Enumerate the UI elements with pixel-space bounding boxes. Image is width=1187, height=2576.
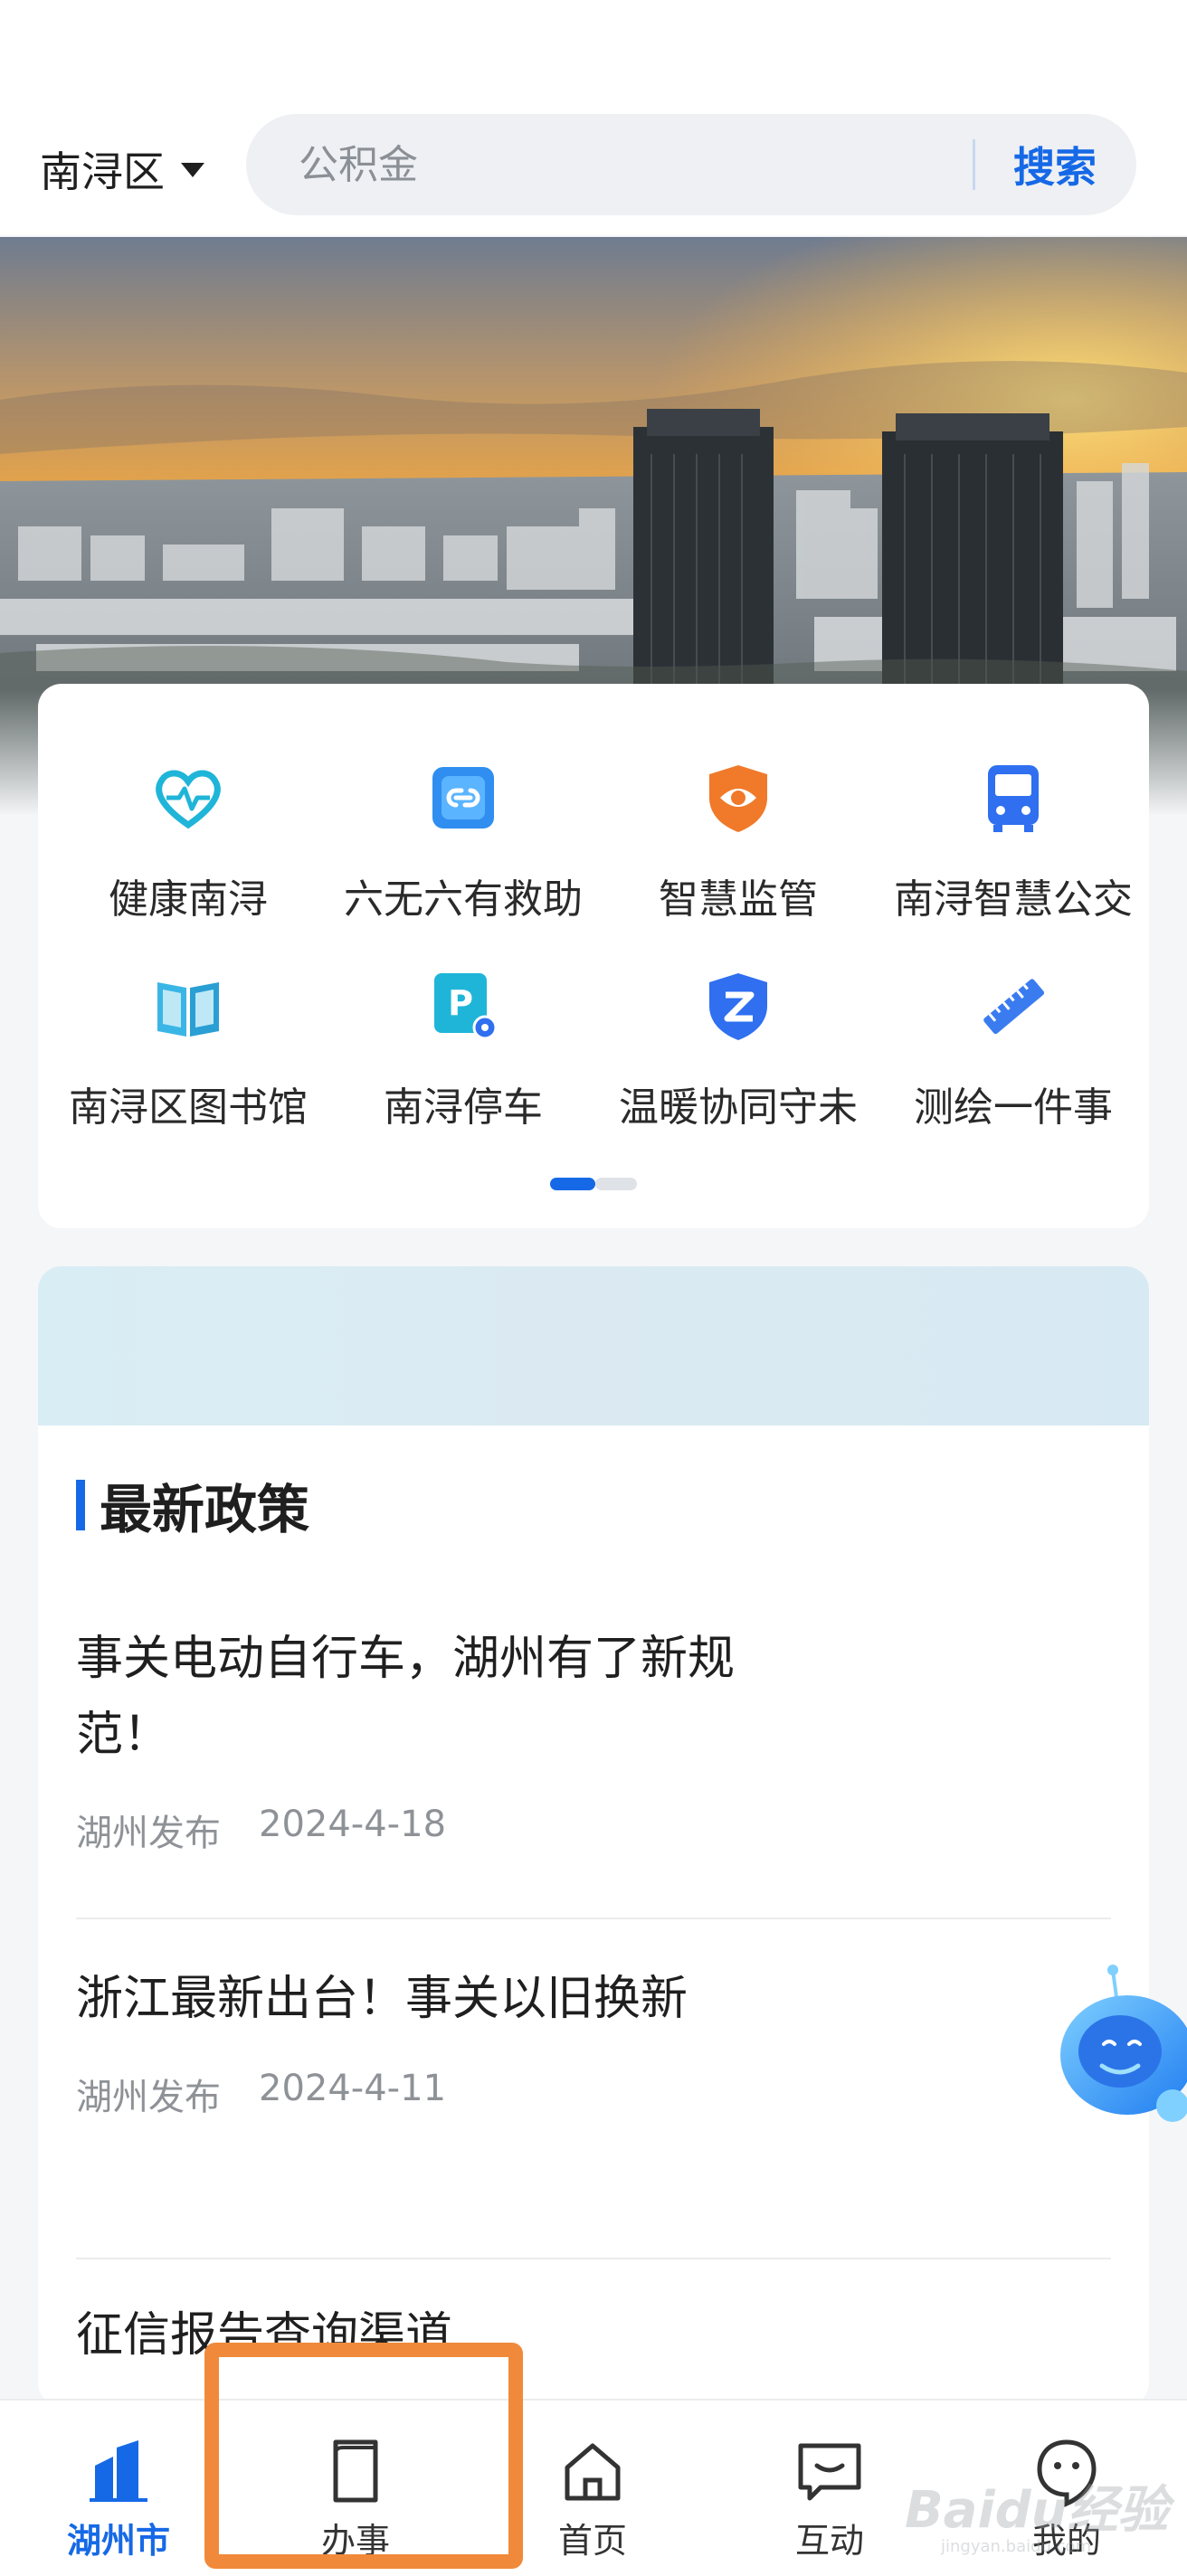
eye-shield-icon: [700, 760, 776, 836]
book-icon: [150, 968, 226, 1044]
tab-label: 互动: [794, 2521, 864, 2561]
region-selector[interactable]: 南浔区: [40, 137, 204, 201]
service-supervision[interactable]: 智慧监管: [601, 760, 876, 924]
news-divider: [76, 1918, 1111, 1919]
service-library[interactable]: 南浔区图书馆: [51, 968, 326, 1132]
svg-text:P: P: [448, 983, 473, 1023]
bus-icon: [975, 760, 1051, 836]
news-title: 事关电动自行车，湖州有了新规范！: [76, 1632, 736, 1762]
search-button[interactable]: 搜索: [1013, 135, 1097, 194]
tab-services[interactable]: 办事: [237, 2401, 474, 2576]
ruler-icon: [975, 968, 1051, 1044]
region-label: 南浔区: [40, 147, 165, 196]
news-date: 2024-4-18: [259, 1804, 447, 1845]
news-source: 湖州发布: [76, 1813, 221, 1854]
search-box: 搜索: [246, 114, 1136, 215]
service-parking[interactable]: P 南浔停车: [326, 968, 601, 1132]
service-bus[interactable]: 南浔智慧公交: [876, 760, 1151, 924]
news-meta: 湖州发布 2024-4-18: [76, 1804, 1111, 1856]
user-bubble-icon: [1030, 2435, 1103, 2507]
bottom-tab-bar: 湖州市 办事 首页 互动 我的: [0, 2399, 1187, 2576]
quick-services-card: 健康南浔 六无六有救助 智慧监管 南浔智慧公交 南浔区图书馆 P 南浔停车 温暖…: [38, 684, 1149, 1228]
section-title-bar: [76, 1480, 85, 1530]
service-label: 南浔区图书馆: [69, 1084, 308, 1131]
service-label: 智慧监管: [659, 876, 818, 923]
caret-down-icon: [181, 163, 204, 177]
search-divider: [973, 139, 975, 190]
policy-news-card: 最新政策 事关电动自行车，湖州有了新规范！ 湖州发布 2024-4-18 浙江最…: [38, 1266, 1149, 2406]
search-input[interactable]: [246, 114, 973, 215]
page-indicator: [550, 1178, 637, 1190]
section-title-text: 最新政策: [100, 1479, 310, 1540]
news-card-header-bg: [38, 1266, 1149, 1425]
tab-label: 办事: [320, 2521, 390, 2561]
service-label: 测绘一件事: [914, 1084, 1113, 1131]
parking-icon: P: [425, 968, 501, 1044]
tab-home[interactable]: 首页: [474, 2401, 711, 2576]
service-label: 健康南浔: [109, 876, 268, 923]
service-label: 南浔停车: [384, 1084, 543, 1131]
news-divider: [76, 2258, 1111, 2259]
section-title: 最新政策: [76, 1467, 309, 1543]
news-date: 2024-4-11: [259, 2068, 447, 2109]
tab-city[interactable]: 湖州市: [0, 2401, 237, 2576]
service-label: 六无六有救助: [344, 876, 583, 923]
news-item[interactable]: 浙江最新出台！事关以旧换新 湖州发布 2024-4-11: [76, 1961, 1111, 2120]
news-item[interactable]: 征信报告查询渠道: [76, 2297, 1111, 2373]
service-health[interactable]: 健康南浔: [51, 760, 326, 924]
page-dot-active: [550, 1178, 595, 1190]
z-shield-icon: [700, 968, 776, 1044]
tab-profile[interactable]: 我的: [948, 2401, 1185, 2576]
news-source: 湖州发布: [76, 2077, 221, 2118]
news-title: 浙江最新出台！事关以旧换新: [76, 1972, 688, 2026]
tab-interaction[interactable]: 互动: [711, 2401, 948, 2576]
heart-pulse-icon: [150, 760, 226, 836]
chat-icon: [793, 2435, 866, 2507]
service-minor-protection[interactable]: 温暖协同守未: [601, 968, 876, 1132]
document-icon: [319, 2435, 392, 2507]
robot-icon: [1060, 1965, 1187, 2122]
link-icon: [425, 760, 501, 836]
city-buildings-icon: [82, 2435, 155, 2507]
status-bar: [0, 0, 1187, 99]
news-item[interactable]: 事关电动自行车，湖州有了新规范！ 湖州发布 2024-4-18: [76, 1621, 1111, 1856]
assistant-robot-button[interactable]: [1057, 1961, 1187, 2142]
header: 南浔区 搜索: [0, 99, 1187, 235]
tab-label: 首页: [557, 2521, 627, 2561]
service-label: 南浔智慧公交: [894, 876, 1133, 923]
home-icon: [556, 2435, 629, 2507]
page-dot: [595, 1178, 637, 1190]
service-surveying[interactable]: 测绘一件事: [876, 968, 1151, 1132]
news-title: 征信报告查询渠道: [76, 2308, 453, 2363]
news-meta: 湖州发布 2024-4-11: [76, 2068, 1111, 2120]
tab-label: 我的: [1031, 2521, 1101, 2561]
service-relief[interactable]: 六无六有救助: [326, 760, 601, 924]
tab-label: 湖州市: [66, 2521, 170, 2561]
service-label: 温暖协同守未: [619, 1084, 858, 1131]
